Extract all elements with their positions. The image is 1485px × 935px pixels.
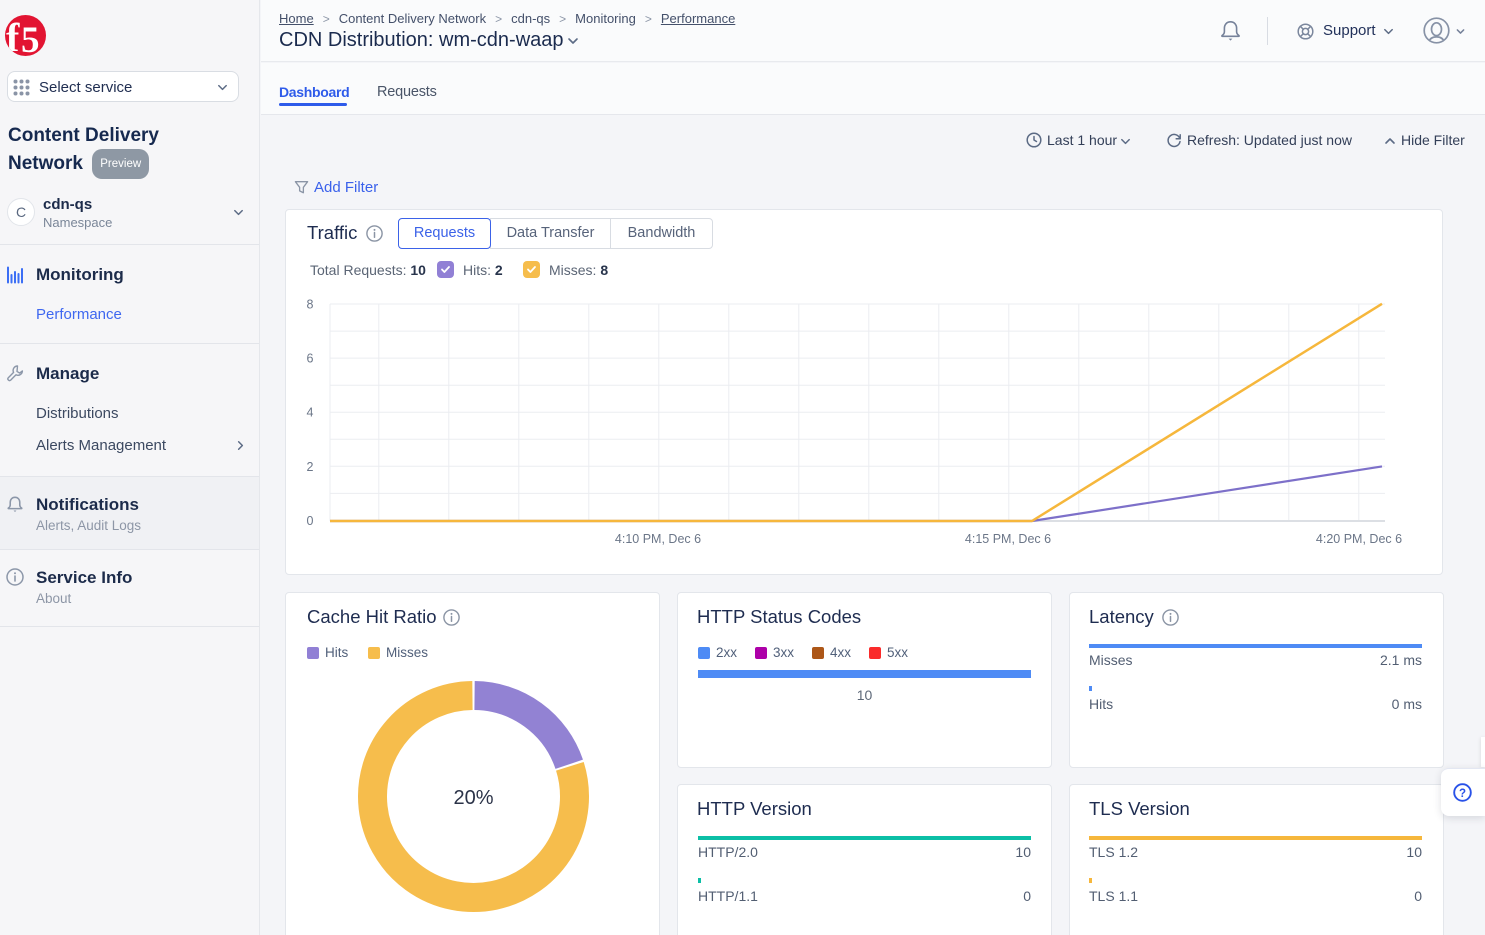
svg-text:6: 6 xyxy=(307,352,314,366)
svg-text:5: 5 xyxy=(21,20,40,56)
svg-text:8: 8 xyxy=(307,298,314,312)
svg-text:2: 2 xyxy=(307,460,314,474)
svg-text:?: ? xyxy=(1459,788,1466,800)
svg-text:4:10 PM, Dec 6: 4:10 PM, Dec 6 xyxy=(615,532,701,546)
svg-text:20%: 20% xyxy=(453,787,493,809)
svg-text:f: f xyxy=(6,15,20,56)
svg-text:4:15 PM, Dec 6: 4:15 PM, Dec 6 xyxy=(965,532,1051,546)
svg-text:4: 4 xyxy=(307,406,314,420)
svg-text:4:20 PM, Dec 6: 4:20 PM, Dec 6 xyxy=(1316,532,1402,546)
svg-text:0: 0 xyxy=(307,514,314,528)
